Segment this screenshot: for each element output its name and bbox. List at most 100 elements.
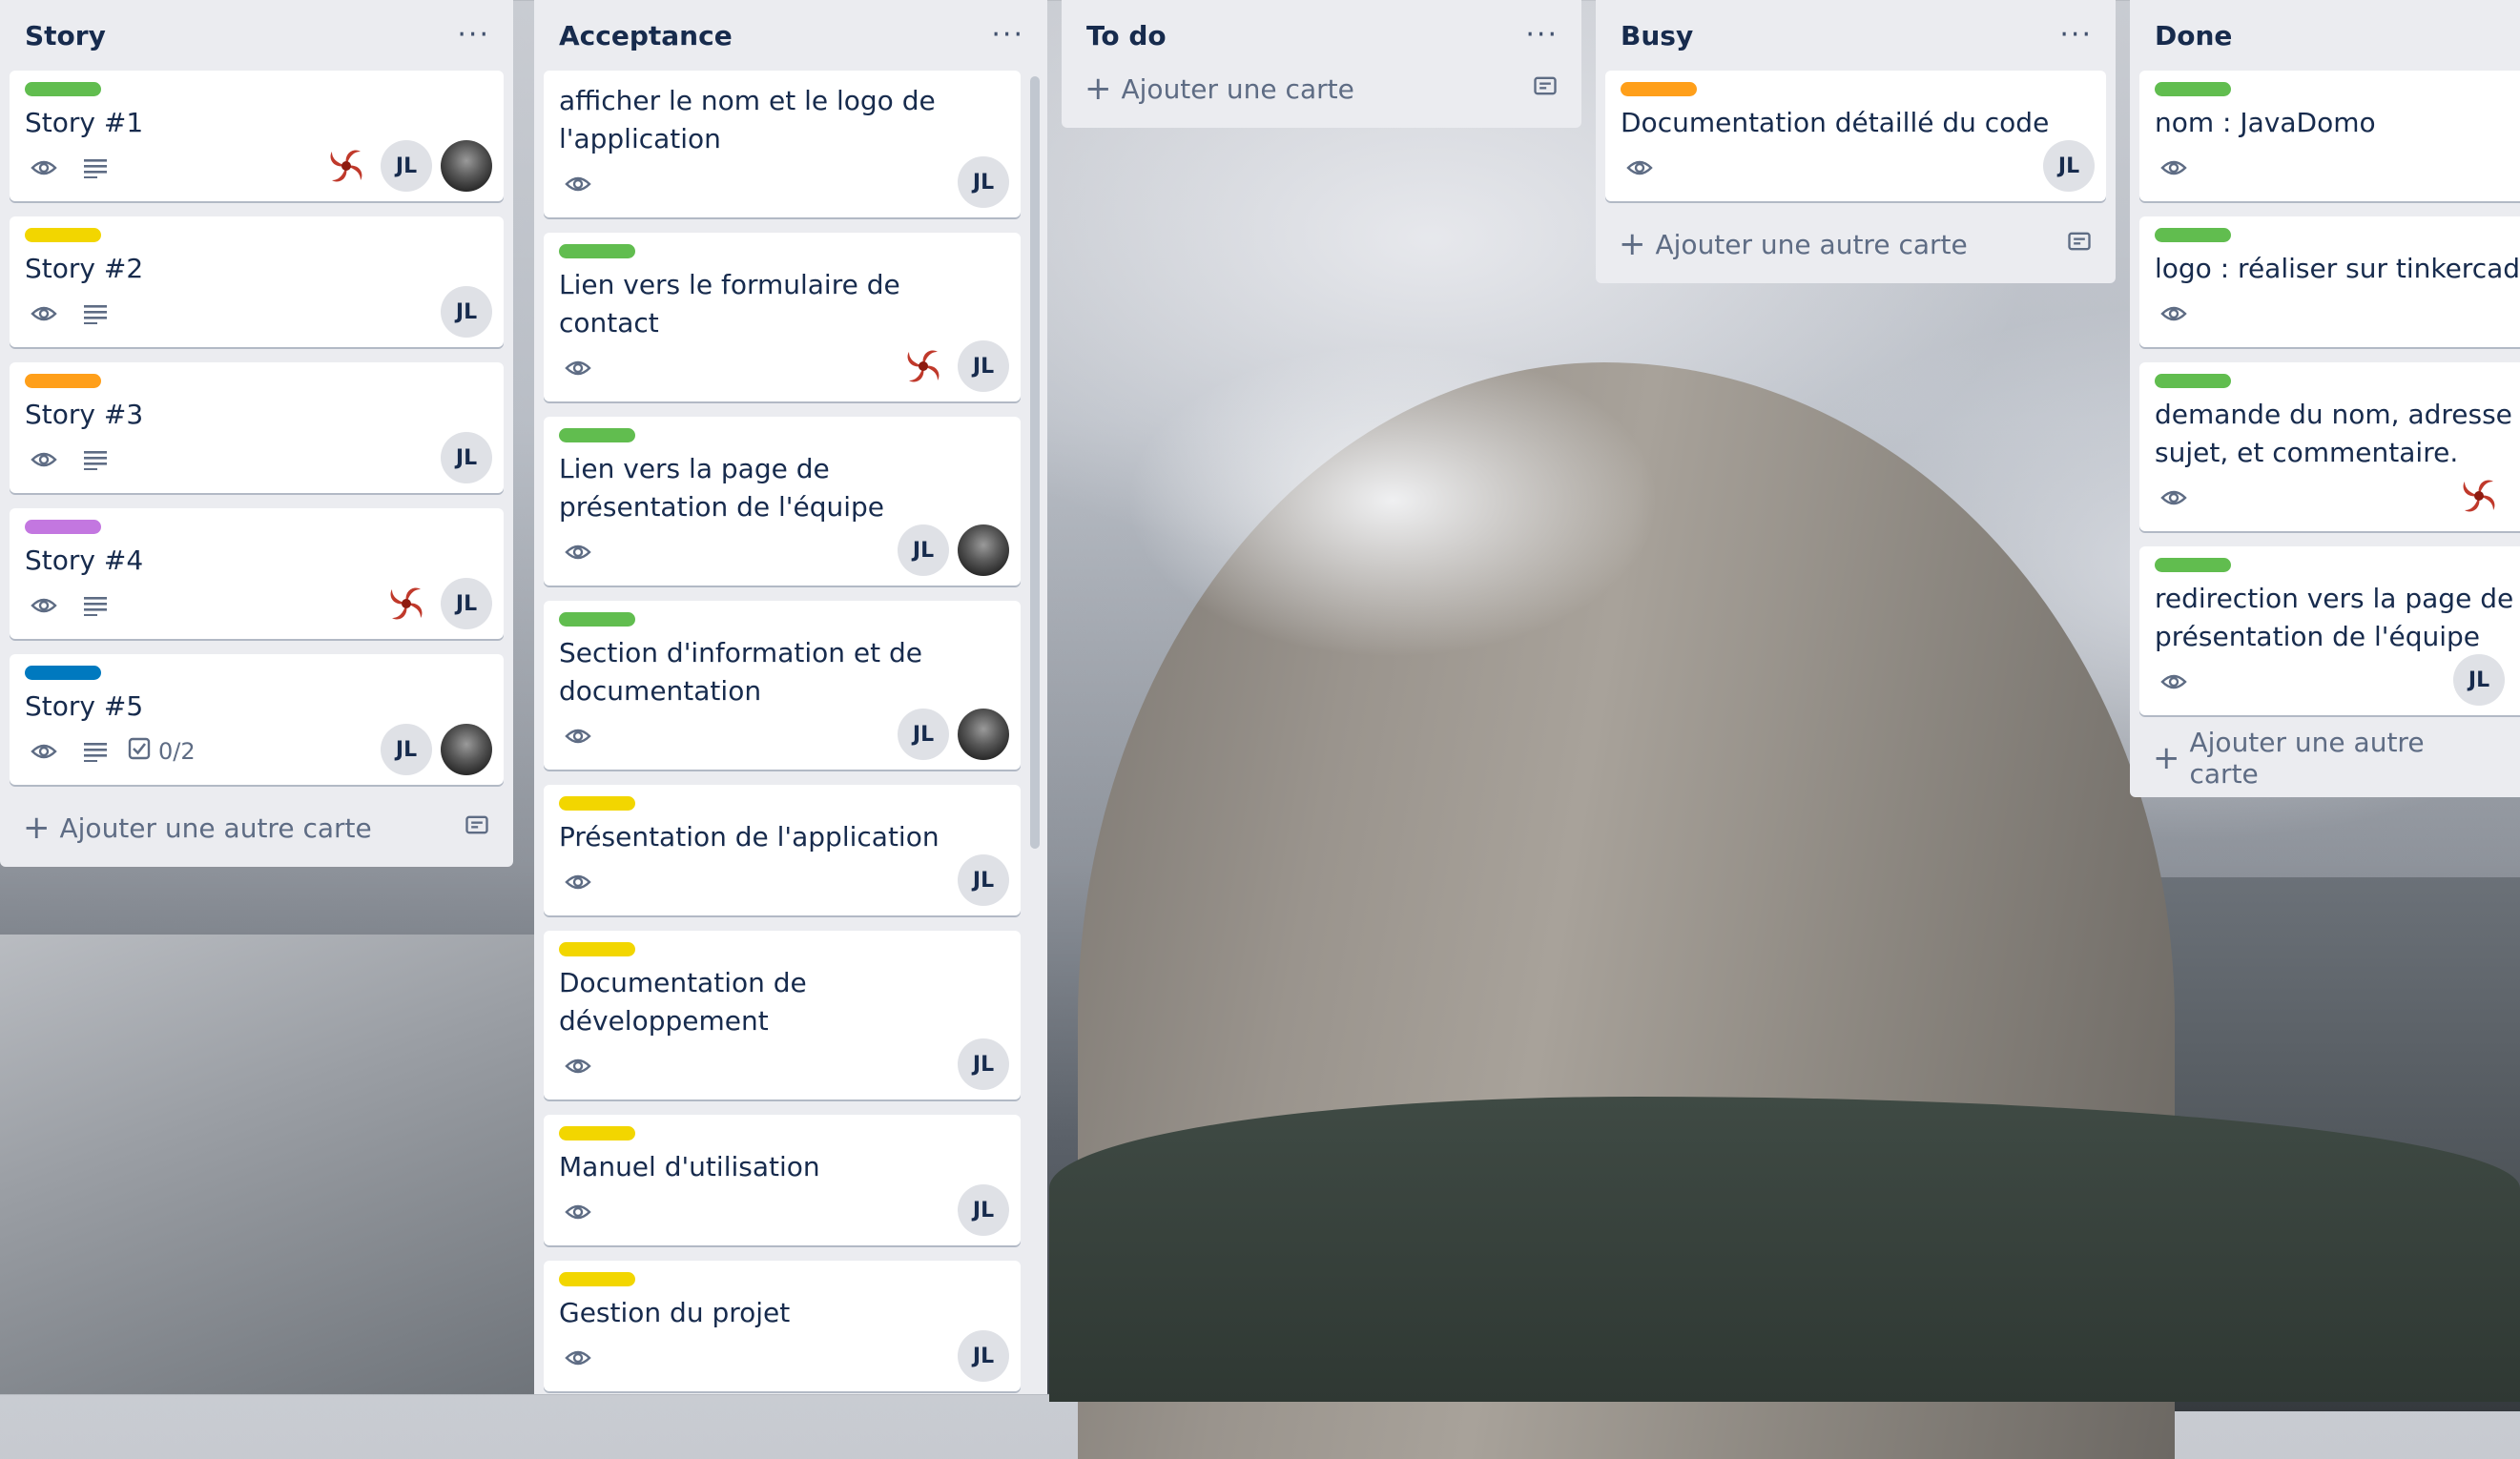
card[interactable]: demande du nom, adresse en sujet, et com…	[2139, 362, 2520, 531]
card-title: Story #5	[25, 690, 144, 722]
card-title: Story #1	[25, 107, 144, 138]
card-template-icon[interactable]	[464, 812, 490, 845]
card-label-green	[559, 612, 635, 627]
member-avatar-initials[interactable]: JL	[958, 854, 1009, 906]
description-icon	[76, 586, 114, 625]
list-menu-button[interactable]: ···	[1525, 21, 1559, 50]
add-card-label: Ajouter une autre carte	[59, 812, 372, 844]
watch-icon	[559, 1193, 597, 1231]
checklist-count: 0/2	[158, 738, 196, 765]
card-title: Story #4	[25, 545, 144, 576]
card-badges	[559, 1190, 1005, 1234]
card-title: Manuel d'utilisation	[559, 1151, 820, 1182]
card[interactable]: Manuel d'utilisation JL	[544, 1115, 1021, 1245]
member-avatar-initials[interactable]: JL	[898, 709, 949, 760]
member-avatar-photo[interactable]	[958, 709, 1009, 760]
card[interactable]: nom : JavaDomo	[2139, 71, 2520, 201]
card-label-green	[2155, 374, 2231, 388]
member-avatar-swirl[interactable]	[2453, 470, 2505, 522]
list-menu-button[interactable]: ···	[457, 21, 490, 50]
card[interactable]: Gestion du projet JL	[544, 1261, 1021, 1391]
card-title: Gestion du projet	[559, 1297, 791, 1328]
member-avatar-initials[interactable]: JL	[2043, 140, 2095, 192]
list-menu-button[interactable]: ···	[991, 21, 1024, 50]
list-header: Busy ···	[1605, 0, 2106, 71]
list-header: To do ···	[1071, 0, 1572, 71]
card[interactable]: Story #3 JL	[10, 362, 504, 493]
watch-icon	[2155, 663, 2193, 701]
card[interactable]: Documentation de développement JL	[544, 931, 1021, 1099]
card-members: JL	[2035, 140, 2095, 192]
member-avatar-swirl[interactable]	[898, 340, 949, 392]
card[interactable]: Lien vers la page de présentation de l'é…	[544, 417, 1021, 586]
member-avatar-initials[interactable]: JL	[958, 1038, 1009, 1090]
card-title: logo : réaliser sur tinkercad	[2155, 253, 2520, 284]
add-card-button[interactable]: + Ajouter une carte	[1071, 61, 1572, 116]
card[interactable]: logo : réaliser sur tinkercad	[2139, 216, 2520, 347]
member-avatar-initials[interactable]: JL	[441, 286, 492, 338]
card[interactable]: Lien vers le formulaire de contact JL	[544, 233, 1021, 401]
card-badges	[559, 162, 1005, 206]
card-template-icon[interactable]	[2066, 228, 2093, 261]
member-avatar-initials[interactable]: JL	[958, 156, 1009, 208]
watch-icon	[559, 349, 597, 387]
card-badges	[1621, 146, 2091, 190]
watch-icon	[25, 441, 63, 479]
card-label-yellow	[559, 942, 635, 956]
card[interactable]: redirection vers la page de présentation…	[2139, 546, 2520, 715]
member-avatar-initials[interactable]: JL	[381, 140, 432, 192]
card-members: JL	[949, 1038, 1009, 1090]
list-header: Acceptance ···	[544, 0, 1038, 71]
card-title: Story #2	[25, 253, 144, 284]
watch-icon	[2155, 149, 2193, 187]
card-title: Documentation détaillé du code	[1621, 107, 2050, 138]
member-avatar-initials[interactable]: JL	[441, 578, 492, 629]
add-card-button[interactable]: + Ajouter une autre carte	[1605, 216, 2106, 272]
member-avatar-photo[interactable]	[441, 724, 492, 775]
list-menu-button[interactable]: ···	[2059, 21, 2093, 50]
card[interactable]: Documentation détaillé du code JL	[1605, 71, 2106, 201]
card-label-green	[2155, 558, 2231, 572]
card-template-icon[interactable]	[1532, 72, 1559, 106]
watch-icon	[559, 863, 597, 901]
watch-icon	[2155, 295, 2193, 333]
description-icon	[76, 732, 114, 771]
add-card-button[interactable]: + Ajouter une autre carte	[2139, 727, 2510, 790]
card-title: Documentation de développement	[559, 967, 807, 1037]
card[interactable]: afficher le nom et le logo de l'applicat…	[544, 71, 1021, 217]
member-avatar-initials[interactable]: JL	[2453, 654, 2505, 706]
member-avatar-initials[interactable]: JL	[958, 1330, 1009, 1382]
watch-icon	[25, 586, 63, 625]
member-avatar-initials[interactable]: JL	[381, 724, 432, 775]
card-members: JL	[949, 156, 1009, 208]
watch-icon	[2155, 479, 2193, 517]
member-avatar-initials[interactable]: JL	[958, 340, 1009, 392]
card-label-yellow	[559, 1272, 635, 1286]
description-icon	[76, 295, 114, 333]
list-scrollbar[interactable]	[1030, 76, 1040, 849]
card[interactable]: Section d'information et de documentatio…	[544, 601, 1021, 770]
member-avatar-initials[interactable]: JL	[958, 1184, 1009, 1236]
member-avatar-initials[interactable]: JL	[898, 524, 949, 576]
add-card-button[interactable]: + Ajouter une autre carte	[10, 800, 504, 855]
member-avatar-photo[interactable]	[441, 140, 492, 192]
card-title: redirection vers la page de présentation…	[2155, 583, 2514, 652]
member-avatar-initials[interactable]: JL	[441, 432, 492, 483]
card[interactable]: Story #1 JL	[10, 71, 504, 201]
card-label-yellow	[559, 796, 635, 811]
member-avatar-swirl[interactable]	[381, 578, 432, 629]
list-busy: Busy ··· Documentation détaillé du code J…	[1596, 0, 2116, 283]
card[interactable]: Story #2 JL	[10, 216, 504, 347]
add-card-label: Ajouter une autre carte	[1655, 228, 1968, 260]
card-badges	[25, 438, 488, 482]
watch-icon	[559, 165, 597, 203]
card[interactable]: Story #5 0/2 JL	[10, 654, 504, 785]
watch-icon	[559, 533, 597, 571]
member-avatar-swirl[interactable]	[320, 140, 372, 192]
background-forest	[1049, 1097, 2520, 1402]
plus-icon: +	[1084, 70, 1112, 108]
card-title: Story #3	[25, 399, 144, 430]
card[interactable]: Présentation de l'application JL	[544, 785, 1021, 915]
member-avatar-photo[interactable]	[958, 524, 1009, 576]
card[interactable]: Story #4 JL	[10, 508, 504, 639]
